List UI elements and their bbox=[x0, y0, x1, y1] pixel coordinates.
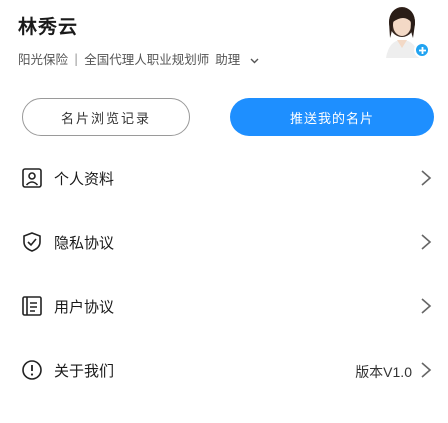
privacy-policy-icon bbox=[20, 230, 44, 254]
browse-record-button[interactable]: 名片浏览记录 bbox=[22, 98, 190, 136]
menu-item-user-agreement[interactable]: 用户协议 bbox=[0, 286, 448, 326]
user-meta: 阳光保险 | 全国代理人职业规划师 助理 bbox=[18, 49, 259, 68]
version-label: 版本V1.0 bbox=[355, 364, 412, 380]
push-card-button[interactable]: 推送我的名片 bbox=[230, 98, 434, 136]
meta-separator: | bbox=[74, 51, 79, 66]
profile-header: 林秀云 阳光保险 | 全国代理人职业规划师 助理 bbox=[0, 0, 448, 110]
menu-item-personal-info[interactable]: 个人资料 bbox=[0, 158, 448, 198]
role-select[interactable]: 助理 bbox=[215, 49, 259, 68]
chevron-right-icon bbox=[420, 167, 432, 189]
department-label: 阳光保险 bbox=[18, 52, 69, 67]
about-icon bbox=[20, 358, 44, 382]
menu-item-label: 隐私协议 bbox=[54, 234, 115, 252]
chevron-right-icon bbox=[420, 295, 432, 317]
chevron-right-icon bbox=[420, 359, 432, 381]
user-agreement-icon bbox=[20, 294, 44, 318]
menu-item-label: 用户协议 bbox=[54, 298, 115, 316]
chevron-right-icon bbox=[420, 231, 432, 253]
menu-item-privacy-policy[interactable]: 隐私协议 bbox=[0, 222, 448, 262]
menu-item-about[interactable]: 关于我们 版本V1.0 bbox=[0, 350, 448, 390]
add-icon[interactable] bbox=[414, 42, 430, 58]
role-select-label: 助理 bbox=[215, 52, 241, 67]
user-name: 林秀云 bbox=[18, 16, 79, 38]
personal-info-icon bbox=[20, 166, 44, 190]
menu-item-label: 关于我们 bbox=[54, 362, 115, 380]
avatar[interactable] bbox=[380, 4, 430, 60]
chevron-down-icon bbox=[250, 56, 259, 67]
position-label: 全国代理人职业规划师 bbox=[84, 52, 210, 67]
menu-item-label: 个人资料 bbox=[54, 170, 115, 188]
